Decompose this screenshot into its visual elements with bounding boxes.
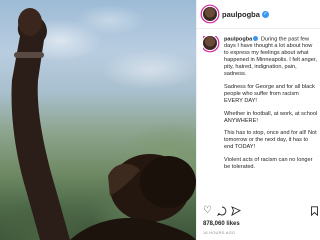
caption-avatar[interactable] <box>203 36 217 50</box>
post-side-panel: paulpogba ✓ paulpogba During the past fe… <box>196 0 320 240</box>
caption-text: paulpogba During the past few days I hav… <box>224 36 318 177</box>
instagram-post: paulpogba ✓ paulpogba During the past fe… <box>0 0 320 240</box>
caption-paragraph: Violent acts of racism can no longer be … <box>224 157 313 171</box>
caption-username[interactable]: paulpogba <box>224 37 252 43</box>
comment-icon[interactable] <box>216 206 227 219</box>
caption-paragraph: Whether in football, at work, at school … <box>224 110 318 124</box>
caption-paragraph: paulpogba During the past few days I hav… <box>224 36 318 78</box>
caption-paragraph-text: During the past few days I have thought … <box>224 36 317 78</box>
likes-count[interactable]: 878,060 likes <box>203 221 240 227</box>
caption-paragraph: Sadness for George and for all black peo… <box>224 83 315 104</box>
post-header: paulpogba ✓ <box>197 0 320 29</box>
photo-figure <box>11 8 196 240</box>
username[interactable]: paulpogba <box>222 10 260 19</box>
share-icon[interactable] <box>231 206 242 219</box>
avatar[interactable] <box>203 7 217 21</box>
post-photo[interactable] <box>0 0 196 240</box>
heart-icon[interactable]: ♡ <box>203 206 212 216</box>
bookmark-icon[interactable] <box>310 206 319 219</box>
post-actions: ♡ <box>203 206 319 218</box>
verified-badge-icon <box>253 36 259 41</box>
post-timestamp: 16 HOURS AGO <box>203 230 236 235</box>
post-caption: paulpogba During the past few days I hav… <box>203 36 319 206</box>
caption-paragraph: This has to stop, once and for all! Not … <box>224 130 317 151</box>
verified-badge-icon: ✓ <box>261 10 269 18</box>
